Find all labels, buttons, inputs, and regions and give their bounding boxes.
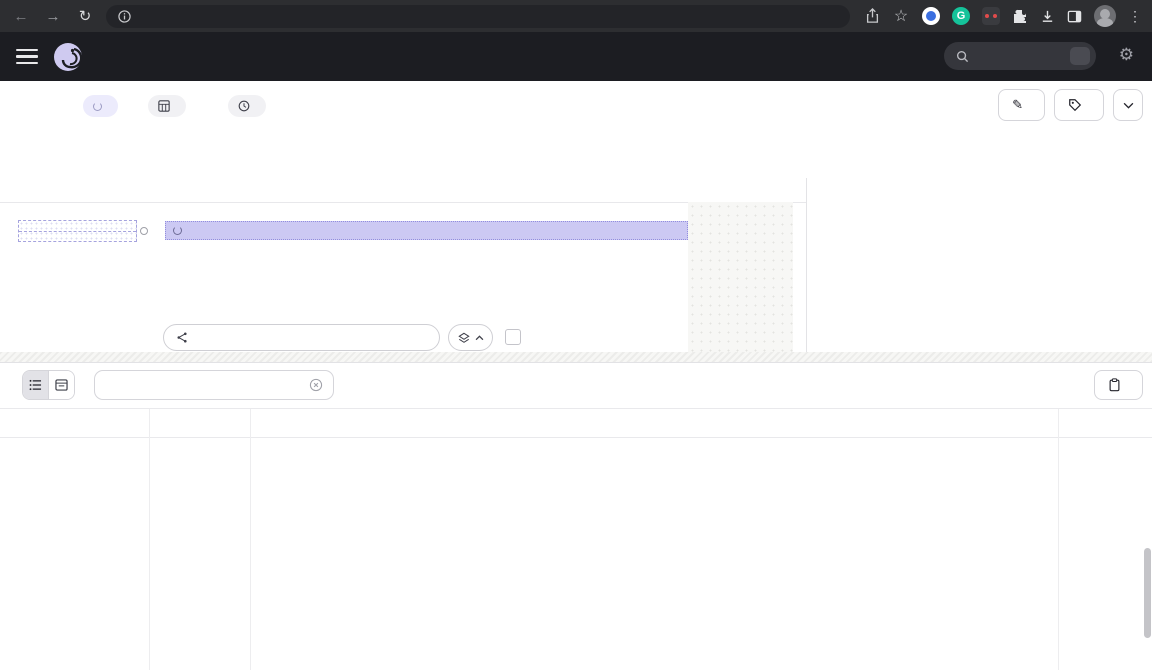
search-icon [956, 50, 969, 63]
log-filter-input[interactable] [94, 370, 334, 400]
gantt-future-region [688, 202, 793, 352]
sidepanel-icon[interactable] [1067, 9, 1082, 24]
app-header: ⚙ [0, 32, 1152, 81]
settings-gear-icon[interactable]: ⚙ [1119, 46, 1134, 63]
more-run-actions-button[interactable] [1113, 89, 1143, 121]
log-list-view-button[interactable] [23, 371, 48, 399]
run-status-badge[interactable] [83, 95, 118, 117]
share-icon[interactable] [865, 8, 880, 24]
tag-icon [1068, 98, 1082, 112]
spinner-icon [173, 226, 182, 235]
chevron-up-icon [475, 335, 484, 341]
clock-icon [238, 100, 250, 112]
gantt-chart [0, 178, 806, 362]
bookmark-star-icon[interactable]: ☆ [892, 7, 910, 25]
back-icon[interactable]: ← [12, 7, 30, 25]
extension-icon[interactable] [922, 7, 940, 25]
step-selection-input[interactable] [163, 324, 440, 351]
graph-query-icon [176, 331, 189, 344]
run-time-chip [228, 95, 266, 117]
gantt-step-bar[interactable] [165, 221, 688, 240]
browser-toolbar: ← → ↻ ☆ G ⋮ [0, 0, 1152, 32]
gantt-pending-marker [18, 220, 137, 242]
pencil-icon: ✎ [1012, 97, 1023, 113]
gantt-toolbar [0, 130, 1152, 179]
column-divider [149, 409, 150, 670]
selection-options-button[interactable] [448, 324, 493, 351]
hamburger-menu-icon[interactable] [16, 49, 38, 65]
column-divider [250, 409, 251, 670]
run-header: ✎ [0, 81, 1152, 131]
extension-robot-icon[interactable] [982, 7, 1000, 25]
step-status-panel [806, 178, 1152, 352]
grammarly-extension-icon[interactable]: G [952, 7, 970, 25]
job-name-chip[interactable] [148, 95, 186, 117]
copy-url-button[interactable] [1094, 370, 1143, 400]
clear-filter-icon[interactable] [309, 378, 323, 392]
hide-unselected-checkbox[interactable] [505, 329, 521, 345]
gantt-node-dot [140, 227, 148, 235]
view-tags-config-button[interactable] [1054, 89, 1104, 121]
layers-icon [458, 332, 470, 344]
browser-menu-icon[interactable]: ⋮ [1128, 8, 1142, 25]
info-icon [118, 10, 131, 23]
extensions-puzzle-icon[interactable] [1012, 8, 1028, 24]
reload-icon[interactable]: ↻ [76, 7, 94, 25]
profile-avatar[interactable] [1094, 5, 1116, 27]
spinner-icon [93, 102, 102, 111]
downloads-icon[interactable] [1040, 9, 1055, 24]
gantt-scroll-strip[interactable] [0, 352, 1152, 362]
clipboard-icon [1108, 378, 1121, 392]
log-table-header [0, 409, 1152, 438]
log-scrollbar[interactable] [1144, 548, 1151, 638]
column-divider [1058, 409, 1059, 670]
gantt-time-axis [0, 178, 806, 203]
forward-icon[interactable]: → [44, 7, 62, 25]
address-bar[interactable] [106, 5, 850, 28]
log-structured-view-button[interactable] [48, 371, 74, 399]
log-filter-bar [0, 363, 1152, 408]
dagster-logo[interactable] [52, 41, 84, 73]
search-shortcut-key [1070, 47, 1090, 65]
job-grid-icon [158, 100, 170, 112]
open-in-launchpad-button[interactable]: ✎ [998, 89, 1045, 121]
search-input[interactable] [944, 42, 1096, 70]
log-table [0, 408, 1152, 670]
chevron-down-icon [1123, 102, 1134, 109]
